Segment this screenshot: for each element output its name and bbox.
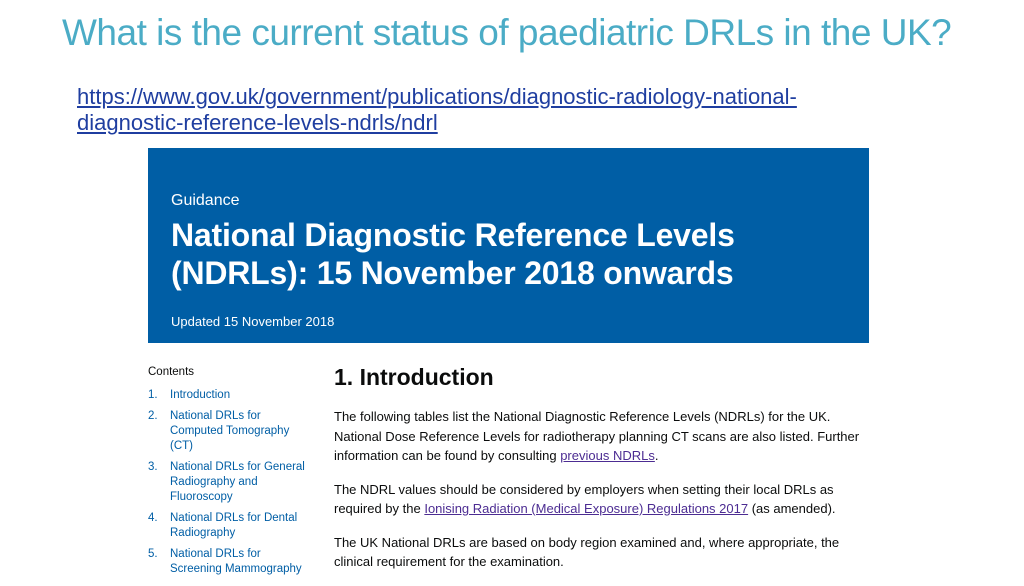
contents-link-general-radiography[interactable]: National DRLs for General Radiography an… [170, 460, 313, 505]
contents-item-dental: 4. National DRLs for Dental Radiography [148, 511, 313, 541]
contents-item-number: 2. [148, 410, 158, 422]
contents-link-mammography[interactable]: National DRLs for Screening Mammography [170, 547, 313, 577]
contents-link-introduction[interactable]: Introduction [170, 388, 230, 403]
contents-item-introduction: 1. Introduction [148, 388, 313, 403]
contents-item-general-radiography: 3. National DRLs for General Radiography… [148, 460, 313, 505]
banner-title: National Diagnostic Reference Levels (ND… [171, 217, 735, 291]
regulations-link[interactable]: Ionising Radiation (Medical Exposure) Re… [424, 501, 748, 516]
previous-ndrls-link[interactable]: previous NDRLs [560, 448, 655, 463]
contents-heading: Contents [148, 366, 195, 378]
regulations-text-end: (as amended). [748, 501, 836, 516]
contents-list: 1. Introduction 2. National DRLs for Com… [148, 388, 313, 577]
guidance-banner: Guidance National Diagnostic Reference L… [148, 148, 869, 343]
gov-uk-url-link[interactable]: https://www.gov.uk/government/publicatio… [77, 84, 897, 136]
contents-item-number: 1. [148, 389, 158, 401]
body-region-paragraph: The UK National DRLs are based on body r… [334, 534, 840, 570]
contents-link-ct[interactable]: National DRLs for Computed Tomography (C… [170, 409, 313, 454]
regulations-paragraph: The NDRL values should be considered by … [334, 480, 869, 519]
contents-item-ct: 2. National DRLs for Computed Tomography… [148, 409, 313, 454]
contents-item-mammography: 5. National DRLs for Screening Mammograp… [148, 547, 313, 577]
main-content: 1. Introduction The following tables lis… [334, 364, 869, 586]
contents-item-number: 3. [148, 461, 158, 473]
contents-item-number: 5. [148, 548, 158, 560]
contents-link-dental[interactable]: National DRLs for Dental Radiography [170, 511, 313, 541]
contents-item-number: 4. [148, 512, 158, 524]
intro-paragraph: The following tables list the National D… [334, 407, 869, 466]
section-heading: 1. Introduction [334, 364, 494, 390]
banner-kicker: Guidance [171, 192, 240, 209]
intro-text-end: . [654, 448, 659, 463]
banner-updated-date: Updated 15 November 2018 [171, 314, 335, 329]
slide-title: What is the current status of paediatric… [62, 12, 952, 53]
contents-nav: Contents 1. Introduction 2. National DRL… [148, 366, 313, 583]
